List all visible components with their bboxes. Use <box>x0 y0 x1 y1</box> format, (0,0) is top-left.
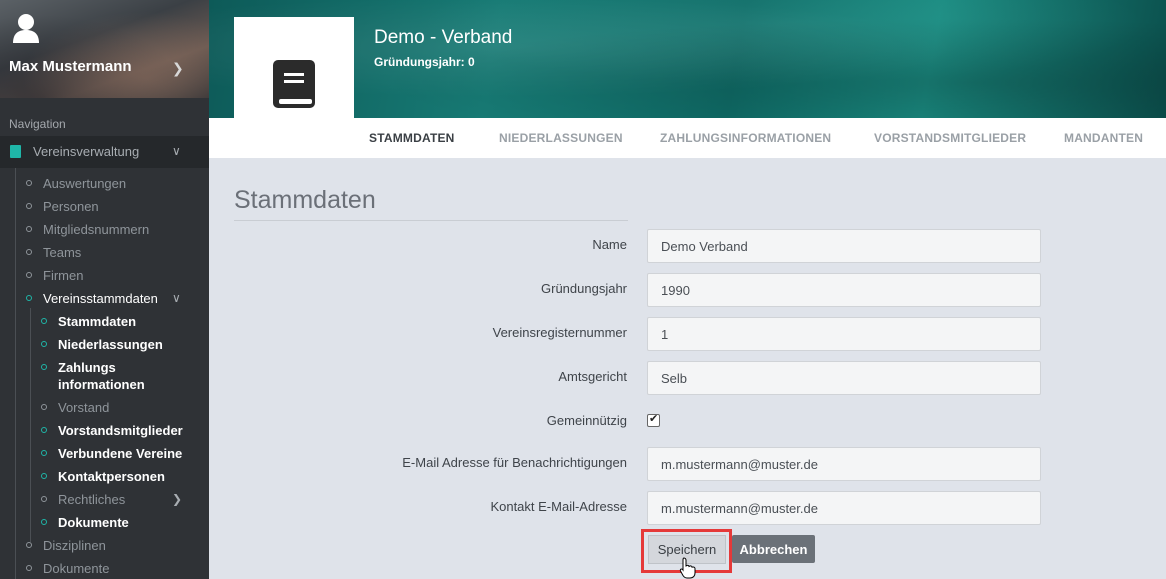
section-divider <box>234 220 628 221</box>
bullet-icon <box>26 249 32 255</box>
org-logo <box>234 17 354 118</box>
bullet-icon <box>41 473 47 479</box>
sidebar-subitem-vorstandsmitglieder[interactable]: Vorstandsmitglieder <box>0 421 209 441</box>
sidebar-item-firmen[interactable]: Firmen <box>0 266 209 286</box>
bullet-icon <box>26 272 32 278</box>
sidebar-item-label: Zahlungs <box>58 360 116 375</box>
sidebar-item-label: Niederlassungen <box>58 337 163 352</box>
chevron-down-icon: ∨ <box>172 291 181 305</box>
bullet-icon <box>26 565 32 571</box>
sidebar-item-label: Disziplinen <box>43 538 106 553</box>
sidebar-item-label: Teams <box>43 245 82 260</box>
sidebar-item-label: Vereinsverwaltung <box>33 144 140 159</box>
bullet-icon <box>41 427 47 433</box>
contact-email-field[interactable] <box>647 491 1041 525</box>
sidebar-item-personen[interactable]: Personen <box>0 197 209 217</box>
org-title: Demo - Verband <box>374 27 513 48</box>
notification-email-label: E-Mail Adresse für Benachrichtigungen <box>402 455 627 470</box>
nav-title: Navigation <box>9 117 66 131</box>
sidebar-item-vereinsverwaltung[interactable]: Vereinsverwaltung ∨ <box>0 136 209 168</box>
sidebar-item-vereinsstammdaten[interactable]: Vereinsstammdaten ∨ <box>0 289 209 309</box>
book-icon <box>10 145 21 158</box>
sidebar-subitem-zahlungsinformationen-line2[interactable]: informationen <box>0 375 209 395</box>
notification-email-field[interactable] <box>647 447 1041 481</box>
sidebar-item-auswertungen[interactable]: Auswertungen <box>0 174 209 194</box>
org-header: Demo - Verband Gründungsjahr: 0 <box>209 0 1166 118</box>
bullet-icon <box>41 404 47 410</box>
sidebar-subitem-verbundene-vereine[interactable]: Verbundene Vereine <box>0 444 209 464</box>
bullet-icon <box>41 341 47 347</box>
name-label: Name <box>592 237 627 252</box>
cancel-button[interactable]: Abbrechen <box>732 535 815 563</box>
bullet-icon <box>41 496 47 502</box>
court-field[interactable] <box>647 361 1041 395</box>
founding-year-field[interactable] <box>647 273 1041 307</box>
sidebar-item-label: Dokumente <box>43 561 110 576</box>
sidebar-subitem-kontaktpersonen[interactable]: Kontaktpersonen <box>0 467 209 487</box>
name-field[interactable] <box>647 229 1041 263</box>
sidebar-item-label: Vereinsstammdaten <box>43 291 158 306</box>
sidebar-item-label: informationen <box>58 377 145 392</box>
tab-mandanten[interactable]: MANDANTEN <box>1064 131 1143 145</box>
org-founding-year: Gründungsjahr: 0 <box>374 55 475 69</box>
sidebar-item-dokumente[interactable]: Dokumente <box>0 559 209 579</box>
section-title: Stammdaten <box>234 186 376 214</box>
sidebar-item-label: Auswertungen <box>43 176 127 191</box>
tab-vorstandsmitglieder[interactable]: VORSTANDSMITGLIEDER <box>874 131 1026 145</box>
chevron-right-icon[interactable]: ❯ <box>172 60 184 77</box>
register-number-field[interactable] <box>647 317 1041 351</box>
bullet-icon <box>41 450 47 456</box>
sidebar-subitem-niederlassungen[interactable]: Niederlassungen <box>0 335 209 355</box>
non-profit-label: Gemeinnützig <box>546 413 627 428</box>
sidebar-item-label: Vorstand <box>58 400 110 415</box>
bullet-icon <box>26 203 32 209</box>
sidebar-item-label: Personen <box>43 199 99 214</box>
non-profit-checkbox[interactable] <box>647 412 660 427</box>
user-name: Max Mustermann <box>9 58 132 75</box>
bullet-icon <box>26 295 32 301</box>
sidebar-subitem-dokumente[interactable]: Dokumente <box>0 513 209 533</box>
chevron-right-icon: ❯ <box>172 492 183 506</box>
sidebar-item-label: Stammdaten <box>58 314 137 329</box>
bullet-icon <box>26 542 32 548</box>
tab-zahlungsinformationen[interactable]: ZAHLUNGSINFORMATIONEN <box>660 131 831 145</box>
sidebar-item-label: Dokumente <box>58 515 129 530</box>
sidebar-subitem-vorstand[interactable]: Vorstand <box>0 398 209 418</box>
sidebar-subitem-rechtliches[interactable]: Rechtliches ❯ <box>0 490 209 510</box>
book-icon <box>273 60 315 108</box>
chevron-down-icon: ∨ <box>172 144 181 158</box>
sidebar-subitem-stammdaten[interactable]: Stammdaten <box>0 312 209 332</box>
tab-niederlassungen[interactable]: NIEDERLASSUNGEN <box>499 131 623 145</box>
sidebar-item-disziplinen[interactable]: Disziplinen <box>0 536 209 556</box>
hand-cursor-icon <box>679 557 696 579</box>
contact-email-label: Kontakt E-Mail-Adresse <box>490 499 627 514</box>
sidebar-item-label: Rechtliches <box>58 492 126 507</box>
court-label: Amtsgericht <box>558 369 627 384</box>
founding-year-label: Gründungsjahr <box>541 281 627 296</box>
sidebar-item-label: Kontaktpersonen <box>58 469 165 484</box>
bullet-icon <box>41 364 47 370</box>
sidebar-item-label: Firmen <box>43 268 84 283</box>
sidebar-item-teams[interactable]: Teams <box>0 243 209 263</box>
bullet-icon <box>41 318 47 324</box>
sidebar-item-label: Vorstandsmitglieder <box>58 423 183 438</box>
register-number-label: Vereinsregisternummer <box>492 325 627 340</box>
tab-stammdaten[interactable]: STAMMDATEN <box>369 131 455 145</box>
sidebar: Max Mustermann ❯ Navigation Vereinsverwa… <box>0 0 209 579</box>
bullet-icon <box>26 226 32 232</box>
sidebar-item-mitgliedsnummern[interactable]: Mitgliedsnummern <box>0 220 209 240</box>
tab-bar: STAMMDATEN NIEDERLASSUNGEN ZAHLUNGSINFOR… <box>209 118 1166 158</box>
user-icon <box>13 14 39 43</box>
bullet-icon <box>41 519 47 525</box>
sidebar-item-label: Mitgliedsnummern <box>43 222 150 237</box>
sidebar-item-label: Verbundene Vereine <box>58 446 183 461</box>
bullet-icon <box>26 180 32 186</box>
user-panel[interactable]: Max Mustermann ❯ <box>0 0 209 98</box>
